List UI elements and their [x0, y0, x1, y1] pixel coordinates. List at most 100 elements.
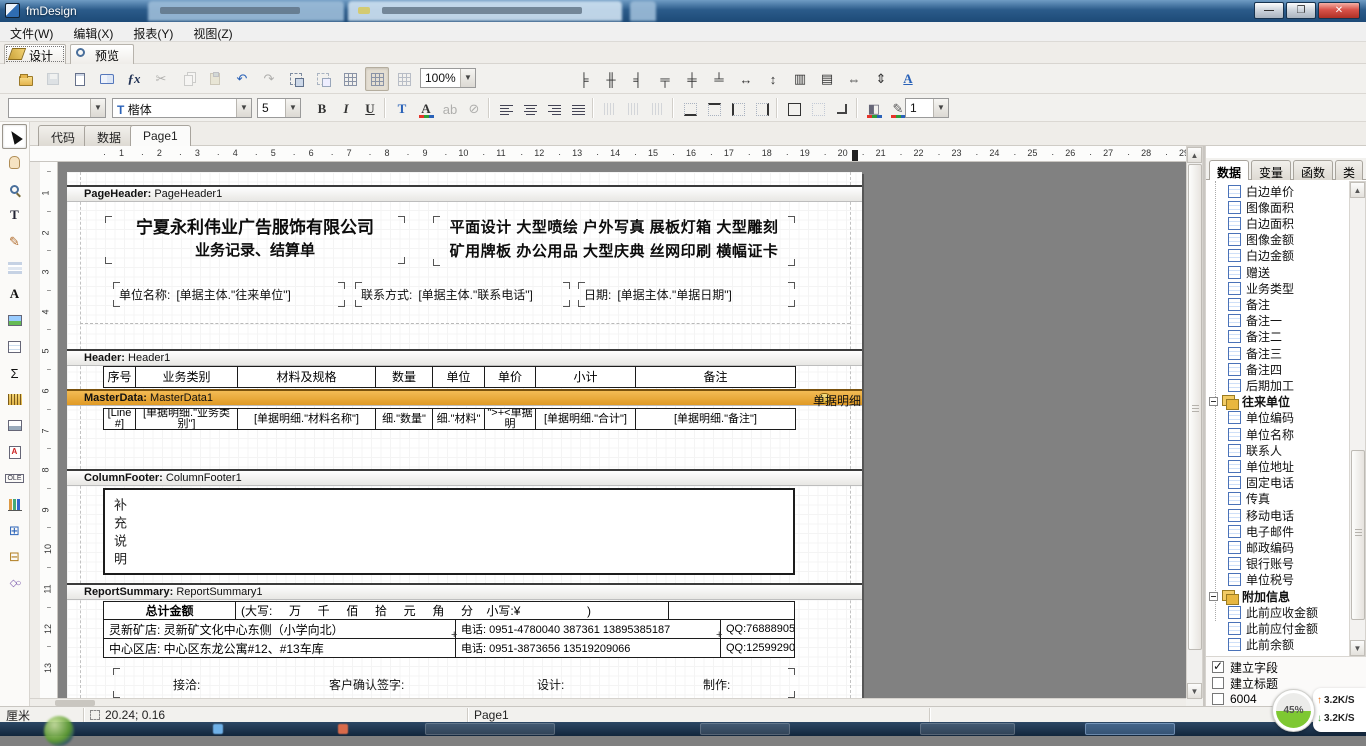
tree-field-此前应收金额[interactable]: 此前应收金额 [1228, 604, 1318, 620]
cut-button[interactable]: ✂ [149, 67, 173, 91]
store-qq-1[interactable]: QQ:1259929050 [720, 638, 795, 658]
doc-tab-代码[interactable]: 代码 [38, 125, 88, 146]
tree-field-后期加工[interactable]: 后期加工 [1228, 377, 1294, 393]
tree-field-备注二[interactable]: 备注二 [1228, 329, 1282, 345]
line-width-select[interactable]: 1 ▼ [905, 98, 949, 118]
taskbar-icon[interactable] [338, 724, 348, 734]
panel-object-tool[interactable] [2, 413, 27, 438]
align-text-center-button[interactable] [518, 97, 542, 121]
picture-object-tool[interactable] [2, 308, 27, 333]
page-settings-button[interactable] [68, 67, 92, 91]
supplementary-note-object[interactable]: 补充说明 [103, 488, 795, 575]
start-button[interactable] [44, 716, 74, 746]
same-width-button[interactable]: ⇔ [842, 67, 866, 91]
checkbox-row-1[interactable]: 建立标题 [1212, 675, 1278, 691]
border-none-button[interactable] [806, 97, 830, 121]
ungroup-button[interactable] [311, 67, 335, 91]
resize-handle[interactable]: + [451, 629, 457, 641]
sidebar-tab-类[interactable]: 类 [1335, 160, 1363, 180]
band-reportsummary[interactable]: ReportSummary: ReportSummary1 [67, 583, 862, 600]
scroll-down-arrow[interactable]: ▼ [1187, 683, 1202, 699]
aggregate-object-tool[interactable]: Σ [2, 361, 27, 386]
expression-button[interactable]: ƒx [122, 67, 146, 91]
tree-field-银行账号[interactable]: 银行账号 [1228, 556, 1294, 572]
pageheader-field-0[interactable]: 单位名称:[单据主体."往来单位"] [113, 282, 345, 307]
space-vertically-button[interactable]: ↕ [761, 67, 785, 91]
scroll-down-arrow[interactable]: ▼ [1350, 640, 1365, 656]
center-horizontally-button[interactable]: ▥ [788, 67, 812, 91]
resize-handle[interactable]: + [716, 629, 722, 641]
services-text-object[interactable]: 平面设计 大型喷绘 户外写真 展板灯箱 大型雕刻 矿用牌板 办公用品 大型庆典 … [433, 216, 795, 266]
doc-tab-数据[interactable]: 数据 [84, 125, 134, 146]
align-text-justify-button[interactable] [566, 97, 590, 121]
header-cell-0[interactable]: 序号 [103, 366, 136, 388]
insert-band-tool[interactable] [2, 256, 27, 281]
tab-preview[interactable]: 预览 [70, 44, 134, 64]
tree-field-单位名称[interactable]: 单位名称 [1228, 426, 1294, 442]
net-monitor-gauge[interactable]: 45% [1272, 689, 1315, 732]
band-header[interactable]: Header: Header1 [67, 349, 862, 366]
corner-style-button[interactable] [830, 97, 854, 121]
tree-node-附加信息[interactable]: 附加信息 [1208, 588, 1290, 604]
total-amount-label[interactable]: 总计金额 [103, 601, 236, 620]
shape-object-tool[interactable]: ◇○ [2, 571, 27, 596]
sidebar-tab-函数[interactable]: 函数 [1293, 160, 1333, 180]
same-height-button[interactable]: ⇕ [869, 67, 893, 91]
data-field-tree[interactable]: 白边单价图像面积白边面积图像金额白边金额赠送业务类型备注备注一备注二备注三备注四… [1206, 181, 1349, 656]
group-button[interactable] [284, 67, 308, 91]
report-page[interactable]: PageHeader: PageHeader1 宁夏永利伟业广告服饰有限公司 业… [67, 172, 862, 698]
tree-field-传真[interactable]: 传真 [1228, 491, 1270, 507]
pageheader-field-1[interactable]: 联系方式:[单据主体."联系电话"] [355, 282, 570, 307]
scrollbar-thumb[interactable] [1351, 450, 1365, 620]
collapse-expander-icon[interactable] [1209, 397, 1218, 406]
store-name-1[interactable]: 中心区店: 中心区东龙公寓#12、#13车库 [103, 638, 456, 658]
data-cell-1[interactable]: [单据明细."业务类别"] [135, 408, 238, 430]
header-cell-7[interactable]: 备注 [635, 366, 796, 388]
header-cell-3[interactable]: 数量 [375, 366, 433, 388]
fill-color-button[interactable]: ◧ [862, 97, 886, 121]
data-dictionary-button[interactable] [95, 67, 119, 91]
format-brush-tool[interactable]: ✎ [2, 229, 27, 254]
data-cell-2[interactable]: [单据明细."材料名称"] [237, 408, 376, 430]
data-cell-5[interactable]: ">+<单据明 [484, 408, 536, 430]
doc-tab-Page1[interactable]: Page1 [130, 125, 191, 146]
snap-to-grid-button[interactable] [365, 67, 389, 91]
band-masterdata[interactable]: MasterData: MasterData1 单据明细 [67, 389, 862, 406]
font-dialog-button[interactable]: A [896, 67, 920, 91]
underline-button[interactable]: U [358, 97, 382, 121]
vertical-text-button-1[interactable] [598, 97, 622, 121]
font-color-button[interactable]: T [390, 97, 414, 121]
clear-format-button[interactable]: ⊘ [462, 97, 486, 121]
tree-field-固定电话[interactable]: 固定电话 [1228, 475, 1294, 491]
tree-field-白边金额[interactable]: 白边金额 [1228, 248, 1294, 264]
minimize-button[interactable]: — [1254, 2, 1284, 19]
align-text-left-button[interactable] [494, 97, 518, 121]
tree-field-业务类型[interactable]: 业务类型 [1228, 280, 1294, 296]
highlight-color-button[interactable]: A [414, 97, 438, 121]
align-to-grid-button[interactable] [392, 67, 416, 91]
font-select[interactable]: T 楷体 ▼ [112, 98, 252, 118]
data-cell-3[interactable]: 细."数量" [375, 408, 433, 430]
tree-field-备注三[interactable]: 备注三 [1228, 345, 1282, 361]
table-object-tool[interactable]: ⊟ [2, 545, 27, 570]
tree-field-此前应付金额[interactable]: 此前应付金额 [1228, 620, 1318, 636]
zoom-select[interactable]: 100% ▼ [420, 68, 476, 88]
style-select[interactable]: ▼ [8, 98, 106, 118]
vertical-text-button-3[interactable] [646, 97, 670, 121]
tree-field-备注四[interactable]: 备注四 [1228, 361, 1282, 377]
vertical-text-button-2[interactable] [622, 97, 646, 121]
tree-field-联系人[interactable]: 联系人 [1228, 442, 1282, 458]
border-all-button[interactable] [782, 97, 806, 121]
data-cell-4[interactable]: 细."材料" [432, 408, 485, 430]
align-bottom-edges-button[interactable]: ╧ [707, 67, 731, 91]
tree-field-赠送[interactable]: 赠送 [1228, 264, 1270, 280]
open-button[interactable] [14, 67, 38, 91]
hand-tool[interactable] [2, 150, 27, 175]
chart-object-tool[interactable] [2, 492, 27, 517]
italic-button[interactable]: I [334, 97, 358, 121]
sidebar-tab-变量[interactable]: 变量 [1251, 160, 1291, 180]
border-left-button[interactable] [726, 97, 750, 121]
tree-field-图像金额[interactable]: 图像金额 [1228, 232, 1294, 248]
tree-scrollbar[interactable]: ▲ ▼ [1349, 181, 1366, 656]
taskbar-window-button[interactable] [700, 723, 790, 735]
